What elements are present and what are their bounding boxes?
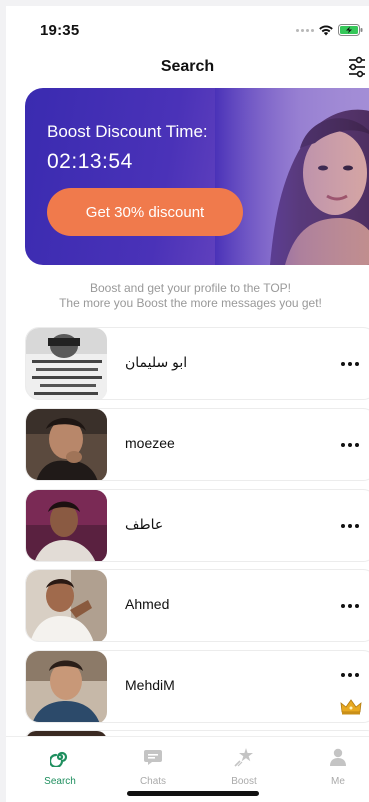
home-indicator: [127, 791, 259, 796]
chat-bubble-icon: [144, 750, 162, 765]
user-card[interactable]: MehdiM: [25, 650, 369, 723]
user-card[interactable]: عاطف: [25, 489, 369, 562]
boost-star-icon: [234, 748, 253, 767]
boost-discount-banner[interactable]: Boost Discount Time: 02:13:54 Get 30% di…: [25, 88, 369, 265]
tab-label: Chats: [139, 776, 167, 787]
banner-title: Boost Discount Time:: [47, 122, 208, 141]
countdown-timer: 02:13:54: [47, 150, 133, 173]
user-name: MehdiM: [125, 677, 175, 693]
more-options-icon[interactable]: [341, 518, 359, 534]
page-title: Search: [160, 58, 215, 75]
more-options-icon[interactable]: [341, 437, 359, 453]
user-card[interactable]: moezee: [25, 408, 369, 481]
tab-boost[interactable]: Boost: [214, 747, 274, 787]
crown-icon: [340, 699, 362, 715]
tab-chats[interactable]: Chats: [123, 747, 183, 787]
more-options-icon[interactable]: [341, 356, 359, 372]
battery-charging-icon: [338, 24, 363, 36]
signal-icon: [296, 28, 314, 32]
banner-model-photo: [215, 88, 369, 265]
tab-search[interactable]: Search: [30, 747, 90, 787]
search-swirl-icon: [48, 751, 68, 769]
get-discount-button[interactable]: Get 30% discount: [47, 188, 243, 236]
status-icons: [296, 24, 363, 36]
status-bar: 19:35: [6, 6, 369, 50]
status-time: 19:35: [40, 22, 80, 39]
tab-label: Boost: [231, 776, 257, 787]
user-avatar[interactable]: [26, 328, 107, 399]
tab-label: Search: [44, 776, 76, 787]
promo-line-1: Boost and get your profile to the TOP!: [89, 281, 291, 295]
promo-line-2: The more you Boost the more messages you…: [59, 296, 322, 310]
user-name: عاطف: [125, 516, 164, 532]
more-options-icon[interactable]: [341, 598, 359, 614]
user-avatar[interactable]: [26, 490, 107, 561]
user-avatar[interactable]: [26, 409, 107, 480]
user-avatar[interactable]: [26, 651, 107, 722]
app-screen: 19:35 Search Boost Discount Time: 02:13:…: [6, 6, 369, 802]
person-icon: [330, 748, 346, 766]
wifi-icon: [319, 25, 333, 36]
navigation-bar: Search: [6, 50, 369, 86]
user-card[interactable]: ابو سليمان: [25, 327, 369, 400]
user-name: Ahmed: [125, 596, 170, 612]
filter-sliders-icon[interactable]: [347, 56, 367, 78]
tab-me[interactable]: Me: [308, 747, 368, 787]
user-name: moezee: [125, 435, 175, 451]
tab-label: Me: [331, 776, 345, 787]
user-card[interactable]: Ahmed: [25, 569, 369, 642]
more-options-icon[interactable]: [341, 667, 359, 683]
user-avatar[interactable]: [26, 570, 107, 641]
user-name: ابو سليمان: [125, 354, 188, 370]
